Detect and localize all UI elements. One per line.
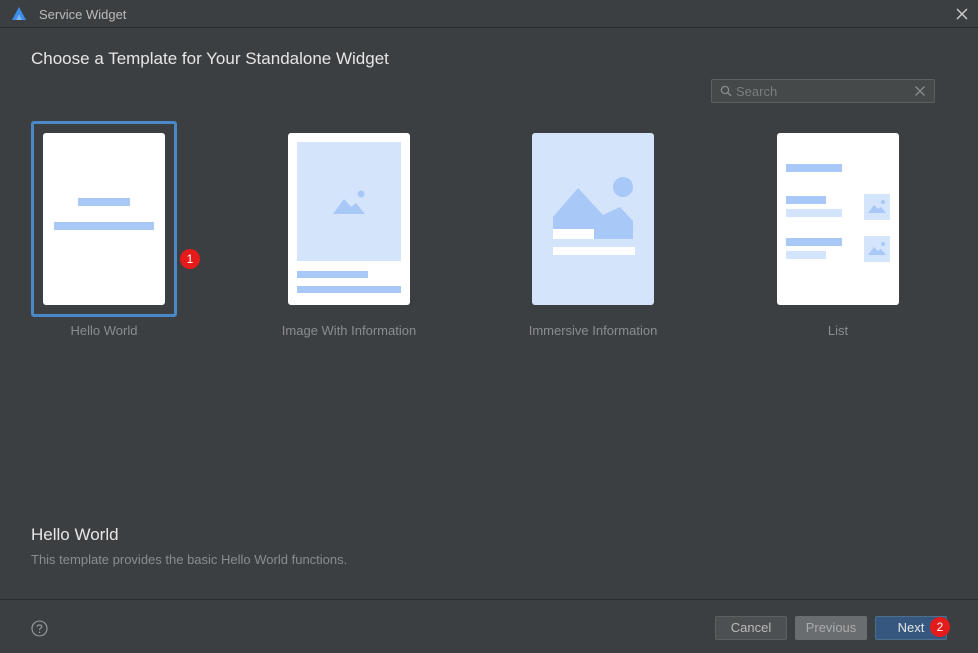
- template-preview: [532, 133, 654, 305]
- close-icon[interactable]: [954, 6, 970, 22]
- description-text: This template provides the basic Hello W…: [31, 552, 348, 567]
- list-illustration: [786, 164, 890, 262]
- app-logo-icon: [12, 7, 26, 20]
- search-box[interactable]: [711, 79, 935, 103]
- template-label: Immersive Information: [528, 323, 658, 338]
- template-label: Image With Information: [281, 323, 417, 338]
- hello-world-illustration: [54, 198, 154, 230]
- template-preview: [43, 133, 165, 305]
- step-badge-1: 1: [180, 249, 200, 269]
- template-label: List: [827, 323, 849, 338]
- footer: Cancel Previous Next 2: [0, 599, 978, 653]
- step-badge-2: 2: [930, 617, 950, 637]
- description-title: Hello World: [31, 525, 119, 544]
- immersive-information-illustration: [553, 177, 635, 255]
- template-hello-world[interactable]: Hello World: [31, 121, 177, 345]
- template-image-with-information[interactable]: Image With Information: [276, 121, 422, 345]
- cancel-button[interactable]: Cancel: [715, 616, 787, 640]
- clear-icon[interactable]: [914, 85, 926, 97]
- template-immersive-information[interactable]: Immersive Information: [520, 121, 666, 345]
- title-bar: Service Widget: [0, 0, 978, 28]
- search-input[interactable]: [736, 82, 906, 100]
- template-label: Hello World: [70, 323, 138, 338]
- previous-button[interactable]: Previous: [795, 616, 867, 640]
- template-list[interactable]: List: [765, 121, 911, 345]
- help-icon[interactable]: [31, 620, 48, 637]
- window-title: Service Widget: [39, 7, 127, 22]
- template-preview: [288, 133, 410, 305]
- image-with-information-illustration: [297, 142, 401, 293]
- search-icon: [720, 85, 732, 97]
- template-preview: [777, 133, 899, 305]
- page-title: Choose a Template for Your Standalone Wi…: [31, 49, 389, 68]
